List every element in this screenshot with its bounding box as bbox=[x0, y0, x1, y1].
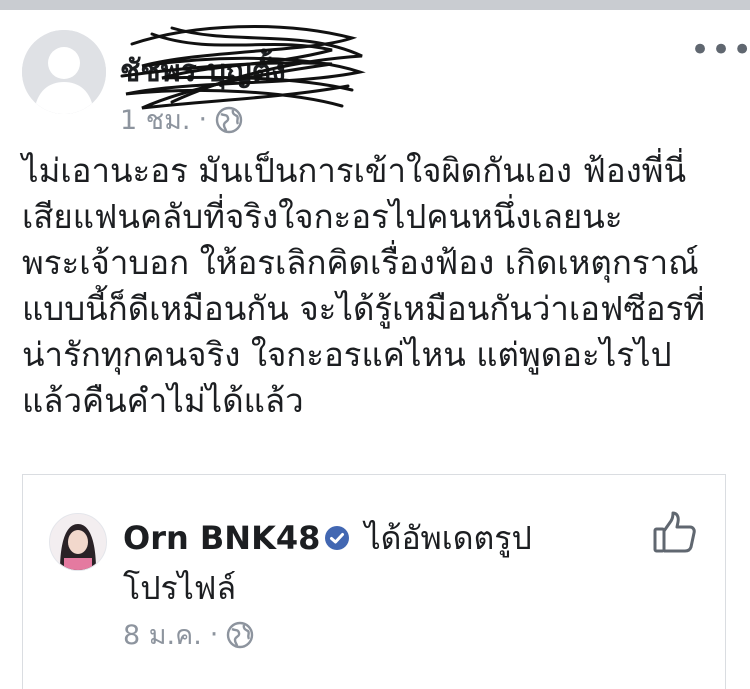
shared-post-card[interactable]: Orn BNK48 ได้อัพเดตรูป โปรไฟล์ 8 ม.ค. · bbox=[22, 474, 726, 689]
post-timestamp[interactable]: 1 ชม. bbox=[120, 98, 190, 141]
globe-icon bbox=[215, 106, 243, 133]
shared-post-title: Orn BNK48 ได้อัพเดตรูป โปรไฟล์ bbox=[123, 513, 603, 613]
post-text-line: เสียแฟนคลับที่จริงใจกะอรไปคนหนึ่งเลยนะ bbox=[22, 197, 623, 236]
post-meta: 1 ชม. · bbox=[120, 98, 243, 141]
globe-icon bbox=[227, 621, 254, 648]
top-divider bbox=[0, 0, 750, 10]
page-name[interactable]: Orn BNK48 bbox=[123, 519, 320, 557]
shared-post-action: ได้อัพเดตรูป bbox=[364, 519, 532, 557]
post-text-line: พระเจ้าบอก ให้อรเลิกคิดเรื่องฟ้อง เกิดเห… bbox=[22, 243, 699, 282]
shared-post-action-continued: โปรไฟล์ bbox=[123, 569, 237, 607]
page-avatar[interactable] bbox=[49, 513, 107, 571]
post-text: ไม่เอานะอร มันเป็นการเข้าใจผิดกันเอง ฟ้อ… bbox=[22, 148, 737, 424]
meta-separator: · bbox=[209, 619, 219, 650]
profile-photo-icon bbox=[50, 514, 106, 570]
post-text-line: แล้วคืนคำไม่ได้แล้ว bbox=[22, 381, 304, 420]
shared-post-timestamp[interactable]: 8 ม.ค. bbox=[123, 613, 202, 656]
avatar[interactable] bbox=[22, 30, 106, 114]
post-text-line: แบบนี้ก็ดีเหมือนกัน จะได้รู้เหมือนกันว่า… bbox=[22, 289, 706, 328]
post-text-line: ไม่เอานะอร มันเป็นการเข้าใจผิดกันเอง ฟ้อ… bbox=[22, 151, 687, 190]
shared-post-meta: 8 ม.ค. · bbox=[123, 613, 254, 656]
meta-separator: · bbox=[198, 104, 208, 135]
post-text-line: น่ารักทุกคนจริง ใจกะอรแค่ไหน แต่พูดอะไรไ… bbox=[22, 335, 672, 374]
default-avatar-icon bbox=[22, 30, 106, 114]
verified-badge-icon bbox=[325, 526, 350, 550]
like-icon[interactable] bbox=[651, 509, 699, 557]
more-options-button[interactable]: ••• bbox=[690, 33, 750, 67]
